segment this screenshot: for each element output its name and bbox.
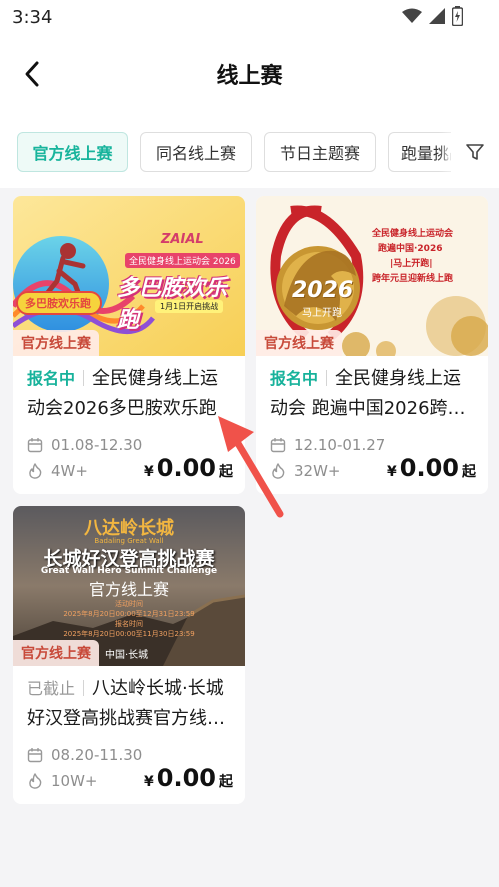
wifi-icon	[402, 8, 422, 23]
event-heat-row: 4W+	[27, 462, 88, 480]
event-date-row: 08.20-11.30	[27, 746, 142, 764]
status-badge: 已截止	[27, 679, 76, 698]
status-badge: 报名中	[27, 369, 76, 388]
event-title: 报名中全民健身线上运动会 跑遍中国2026跨年元旦迎新线上跑	[270, 364, 476, 424]
event-poster: 2026 马上开跑 全民健身线上运动会 跑遍中国·2026 |马上开跑| 跨年元…	[256, 196, 488, 356]
poster-time2: 2025年8月20日00:00至11月30日23:59	[63, 630, 195, 638]
event-card[interactable]: 2026 马上开跑 全民健身线上运动会 跑遍中国·2026 |马上开跑| 跨年元…	[256, 196, 488, 494]
event-poster: ZAIAL 全民健身线上运动会 2026 多巴胺欢乐跑 1月1日开启挑战 多巴胺…	[13, 196, 245, 356]
poster-line2: 跑遍中国·2026	[378, 244, 443, 254]
event-poster: 八达岭长城 Badaling Great Wall 长城好汉登高挑战赛 Grea…	[13, 506, 245, 666]
poster-time1: 2025年8月20日00:00至12月31日23:59	[63, 610, 195, 618]
signal-icon	[429, 8, 445, 24]
poster-line1: 全民健身线上运动会	[372, 229, 454, 239]
event-title: 已截止八达岭长城·长城好汉登高挑战赛官方线上赛	[27, 674, 233, 734]
annotation-arrow-icon	[218, 416, 284, 518]
status-badge: 报名中	[270, 369, 319, 388]
calendar-icon	[27, 748, 43, 763]
battery-icon	[452, 6, 463, 26]
poster-time2-label: 报名时间	[115, 620, 143, 628]
page-title: 线上赛	[216, 64, 283, 89]
poster-line3: |马上开跑|	[390, 259, 433, 269]
event-price: ¥ 0.00 起	[387, 454, 476, 482]
tab-festival[interactable]: 节日主题赛	[264, 132, 376, 172]
poster-line4: 跨年元旦迎新线上跑	[372, 274, 454, 284]
medal-year: 2026	[292, 278, 354, 303]
status-bar: 3:34	[0, 0, 499, 36]
poster-logo: ZAIAL	[161, 232, 204, 247]
header: 线上赛	[0, 36, 499, 116]
tab-same-name[interactable]: 同名线上赛	[140, 132, 252, 172]
event-tag: 官方线上赛	[13, 330, 99, 356]
event-tag: 官方线上赛	[13, 640, 99, 666]
medal-text: 马上开跑	[302, 308, 342, 319]
calendar-icon	[27, 438, 43, 453]
filter-icon	[466, 144, 484, 160]
event-price: ¥ 0.00 起	[144, 764, 233, 792]
event-participants: 4W+	[51, 462, 88, 480]
poster-en-main: Great Wall Hero Summit Challenge	[40, 566, 218, 576]
flame-icon	[29, 463, 42, 479]
event-card[interactable]: 八达岭长城 Badaling Great Wall 长城好汉登高挑战赛 Grea…	[13, 506, 245, 804]
event-tag: 官方线上赛	[256, 330, 342, 356]
event-date: 12.10-01.27	[294, 436, 386, 454]
filter-button[interactable]	[451, 132, 499, 172]
event-participants: 10W+	[51, 772, 98, 790]
category-tabs: 官方线上赛 同名线上赛 节日主题赛 跑量挑战	[0, 116, 499, 188]
poster-badge: 多巴胺欢乐跑	[25, 297, 91, 310]
poster-subtitle: 1月1日开启挑战	[155, 300, 224, 313]
event-date: 08.20-11.30	[51, 746, 143, 764]
event-date-row: 01.08-12.30	[27, 436, 142, 454]
poster-footer: 中国·长城	[105, 650, 149, 661]
event-heat-row: 10W+	[27, 772, 98, 790]
event-participants: 32W+	[294, 462, 341, 480]
event-title: 报名中 全民健身线上运动会2026多巴胺欢乐跑	[27, 364, 233, 424]
tab-official[interactable]: 官方线上赛	[17, 132, 128, 172]
poster-sub: 官方线上赛	[88, 580, 169, 599]
poster-line1: 全民健身线上运动会 2026	[125, 253, 240, 268]
status-icons	[402, 6, 463, 26]
event-date: 01.08-12.30	[51, 436, 143, 454]
flame-icon	[29, 773, 42, 789]
status-time: 3:34	[12, 7, 53, 28]
poster-time1-label: 活动时间	[115, 600, 143, 608]
